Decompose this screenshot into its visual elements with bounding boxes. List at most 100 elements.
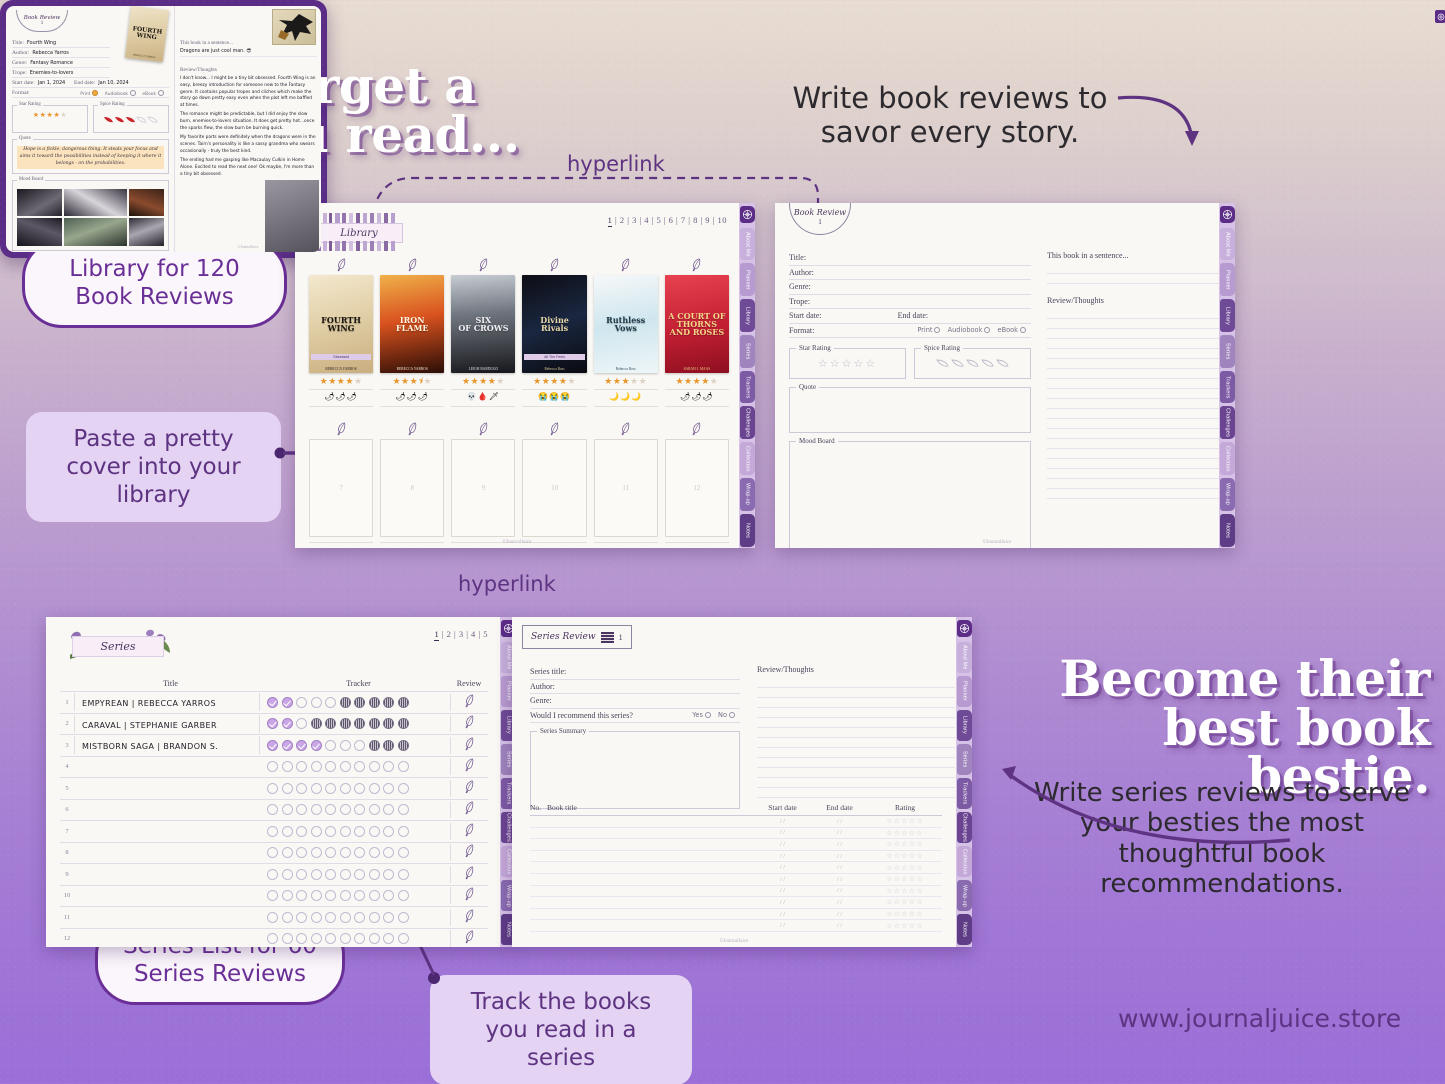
star-rating[interactable]: ★★★★★ [462, 376, 505, 386]
series-table-row[interactable]: 7 [60, 820, 488, 842]
series-book-row[interactable]: / / / / ☆☆☆☆☆ [530, 920, 942, 932]
tracker-dot[interactable] [267, 825, 278, 837]
quill-icon[interactable] [465, 930, 474, 944]
tab-planner[interactable]: Planner [1220, 263, 1235, 297]
row-end-date[interactable]: / / [811, 853, 868, 860]
row-review-link[interactable] [450, 844, 488, 862]
tracker-dot[interactable] [339, 782, 351, 794]
tracker-dot[interactable] [354, 890, 365, 902]
tracker-dot[interactable] [281, 718, 293, 730]
tracker-dot[interactable] [397, 804, 409, 816]
writing-line[interactable] [1047, 459, 1219, 469]
radio-icon[interactable] [729, 711, 735, 718]
row-tracker[interactable] [260, 739, 450, 751]
tracker-dot[interactable] [267, 739, 278, 751]
row-rating[interactable]: ☆☆☆☆☆ [868, 898, 942, 906]
row-start-date[interactable]: / / [754, 899, 811, 906]
writing-line[interactable] [1047, 359, 1219, 369]
tracker-dot[interactable] [397, 739, 409, 751]
tracker-dot[interactable] [310, 739, 322, 751]
series-review-page[interactable]: Series Review 1 Series title: Author: Ge… [512, 617, 972, 947]
filled-quote-box[interactable]: Quote Hope is a fickle, dangerous thing.… [12, 136, 169, 174]
series-list-page[interactable]: Series 1 | 2 | 3 | 4 | 5 Title Tracker R… [46, 617, 516, 947]
row-review-link[interactable] [450, 693, 488, 711]
filled-spice-glyphs[interactable] [98, 112, 164, 128]
tracker-dot[interactable] [383, 847, 394, 859]
tracker-dot[interactable] [325, 739, 336, 751]
writing-line[interactable] [1047, 389, 1219, 399]
writing-line[interactable] [757, 748, 955, 758]
quill-icon[interactable] [465, 801, 474, 815]
quill-icon[interactable] [692, 422, 701, 436]
series-table-row[interactable]: 4 [60, 755, 488, 778]
library-empty-cell[interactable]: 8 [380, 422, 445, 548]
tracker-dot[interactable] [310, 868, 322, 880]
book-review-tab-strip[interactable]: About Me Planner Library Series Trackers Chal… [1219, 203, 1235, 548]
writing-line[interactable] [1047, 419, 1219, 429]
quote-box[interactable]: Quote [789, 383, 1031, 434]
series-book-row[interactable]: / / / / ☆☆☆☆☆ [530, 862, 942, 874]
tracker-dot[interactable] [296, 890, 307, 902]
row-end-date[interactable]: / / [811, 887, 868, 894]
tracker-dot[interactable] [267, 696, 278, 708]
tracker-dot[interactable] [354, 933, 365, 945]
writing-line[interactable] [1047, 339, 1219, 349]
tracker-dot[interactable] [325, 804, 336, 816]
tracker-dot[interactable] [397, 890, 409, 902]
series-thoughts-lines[interactable] [757, 678, 955, 798]
tracker-dot[interactable] [383, 825, 394, 837]
tracker-dot[interactable] [383, 804, 394, 816]
writing-line[interactable] [1047, 399, 1219, 409]
empty-cover-slot[interactable]: 11 [593, 439, 658, 537]
library-book-cell[interactable]: IRON FLAME REBECCA YARROS ★★★⯨★ 🌶🌶🌶 [380, 258, 445, 407]
tracker-dot[interactable] [368, 890, 380, 902]
tracker-dot[interactable] [397, 718, 409, 730]
tracker-dot[interactable] [368, 761, 380, 773]
row-tracker[interactable] [260, 761, 450, 773]
trope-field[interactable]: Trope: [789, 295, 1031, 309]
row-rating[interactable]: ☆☆☆☆☆ [868, 817, 942, 825]
row-review-link[interactable] [450, 736, 488, 754]
tab-planner[interactable]: Planner [957, 675, 972, 707]
writing-line[interactable] [757, 738, 955, 748]
tab-planner[interactable]: Planner [740, 263, 755, 297]
tracker-dot[interactable] [339, 911, 351, 923]
filled-author-field[interactable]: Author: Rebecca Yarros [12, 48, 110, 58]
date-fields[interactable]: Start date: End date: [789, 309, 1031, 324]
writing-line[interactable] [757, 718, 955, 728]
format-field[interactable]: Format: Print Audiobook eBook [789, 324, 1031, 338]
book-review-page[interactable]: Book Review 1 Title: Author: Genre: Trop… [775, 203, 1235, 548]
writing-line[interactable] [1047, 319, 1219, 329]
writing-line[interactable] [1047, 369, 1219, 379]
tracker-dot[interactable] [325, 718, 336, 730]
quill-icon[interactable] [465, 780, 474, 794]
quill-icon[interactable] [465, 823, 474, 837]
series-table-row[interactable]: 1 EMPYREAN | REBECCA YARROS [60, 691, 488, 713]
tracker-dot[interactable] [310, 933, 322, 945]
tracker-dot[interactable] [325, 825, 336, 837]
row-rating[interactable]: ☆☆☆☆☆ [868, 864, 942, 872]
tracker-dot[interactable] [267, 911, 278, 923]
tracker-dot[interactable] [397, 933, 409, 945]
row-review-link[interactable] [450, 908, 488, 926]
tracker-dot[interactable] [339, 933, 351, 945]
row-start-date[interactable]: / / [754, 841, 811, 848]
radio-icon[interactable] [129, 89, 136, 96]
quill-icon[interactable] [465, 844, 474, 858]
row-end-date[interactable]: / / [811, 864, 868, 871]
title-field[interactable]: Title: [789, 251, 1031, 266]
tracker-dot[interactable] [281, 933, 293, 945]
tracker-dot[interactable] [310, 804, 322, 816]
tracker-dot[interactable] [281, 890, 293, 902]
book-cover[interactable]: Ruthless Vows Rebecca Ross [593, 275, 658, 373]
book-cover[interactable]: FOURTH WING Obsessed REBECCA YARROS [309, 275, 374, 373]
tracker-dot[interactable] [310, 890, 322, 902]
star-icon[interactable]: ★ [33, 112, 40, 119]
row-title[interactable]: EMPYREAN | REBECCA YARROS [74, 693, 260, 712]
tracker-dot[interactable] [325, 847, 336, 859]
series-book-row[interactable]: / / / / ☆☆☆☆☆ [530, 839, 942, 851]
row-end-date[interactable]: / / [811, 876, 868, 883]
tracker-dot[interactable] [325, 933, 336, 945]
quill-icon[interactable] [465, 909, 474, 923]
row-review-link[interactable] [450, 865, 488, 883]
